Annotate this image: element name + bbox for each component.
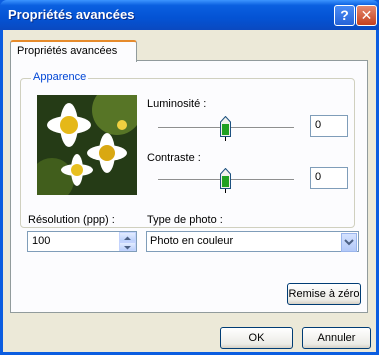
photo-type-label: Type de photo : [147,214,223,226]
cancel-button[interactable]: Annuler [302,327,371,349]
appearance-group-label: Apparence [31,71,89,83]
title-bar[interactable]: Propriétés avancées ? ✕ [0,0,379,30]
photo-type-value: Photo en couleur [150,235,234,247]
brightness-label: Luminosité : [147,98,207,110]
tab-proprietes-avancees[interactable]: Propriétés avancées [10,40,137,62]
brightness-input[interactable]: 0 [310,115,348,137]
contrast-tick [225,189,226,193]
chevron-down-icon[interactable] [341,233,357,252]
resolution-spinner-down[interactable] [119,242,136,251]
photo-type-select[interactable]: Photo en couleur [146,231,359,252]
contrast-label: Contraste : [147,152,201,164]
contrast-input[interactable]: 0 [310,167,348,189]
resolution-label: Résolution (ppp) : [28,214,115,226]
resolution-spinner-up[interactable] [119,232,136,242]
help-icon[interactable]: ? [334,5,355,26]
brightness-slider-thumb[interactable] [220,116,231,137]
reset-button[interactable]: Remise à zéro [287,283,361,305]
ok-button[interactable]: OK [220,327,293,349]
contrast-slider-thumb[interactable] [220,168,231,189]
close-icon[interactable]: ✕ [356,5,377,26]
dialog-body: Propriétés avancées Apparence Luminosité [3,30,376,352]
preview-photo [37,95,137,195]
dialog-window: Propriétés avancées ? ✕ Propriétés avanc… [0,0,379,355]
brightness-tick [225,137,226,141]
window-title: Propriétés avancées [8,7,135,22]
